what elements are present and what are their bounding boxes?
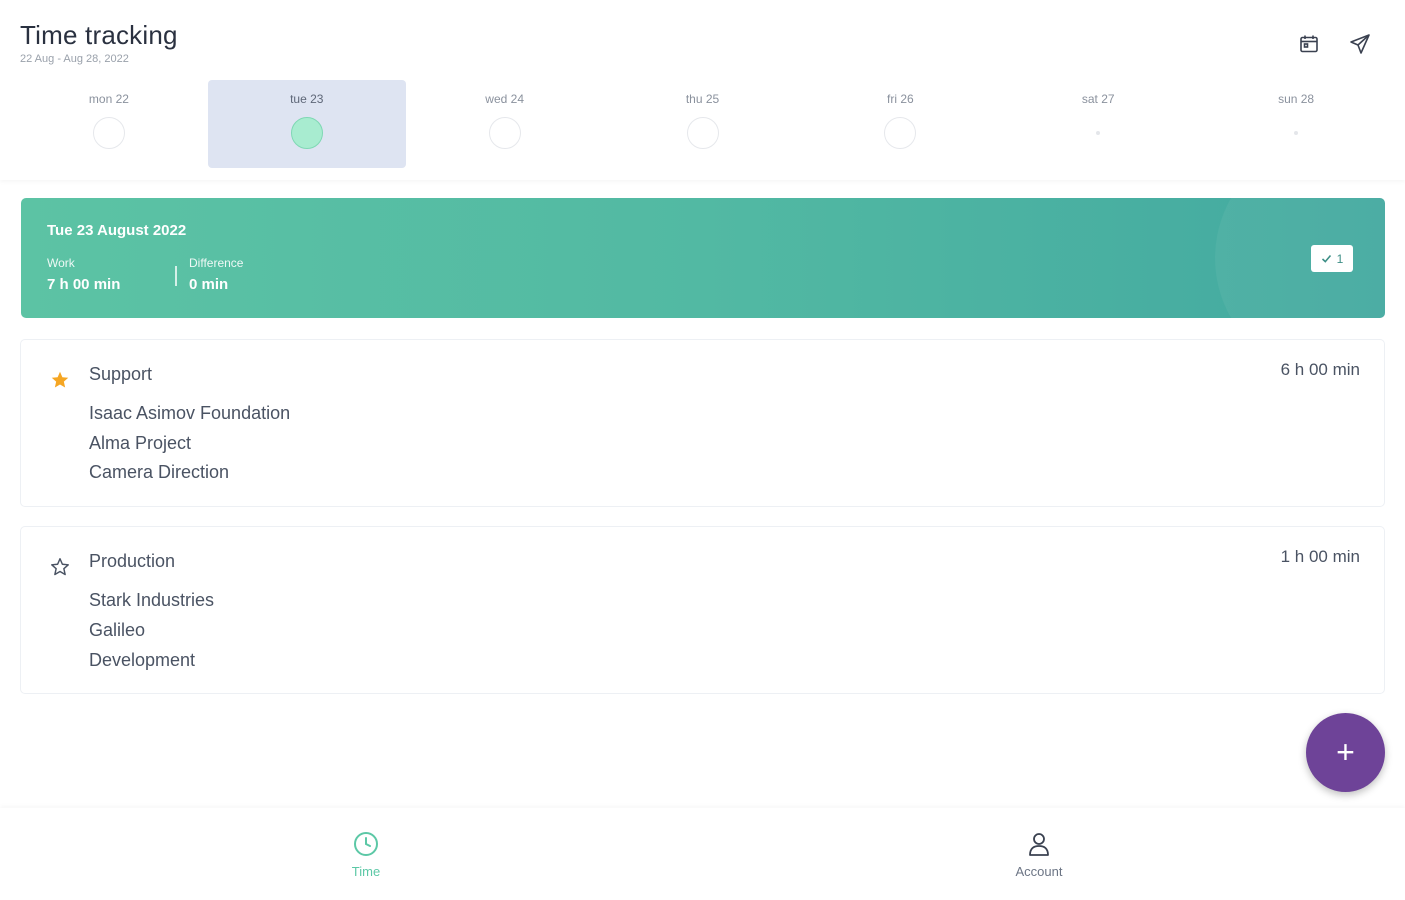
entry-task: Development xyxy=(89,650,196,670)
add-entry-button[interactable]: + xyxy=(1306,713,1385,792)
entry-category: Support xyxy=(89,364,153,384)
day-label: wed 24 xyxy=(485,92,524,106)
app-header: Time tracking 22 Aug - Aug 28, 2022 mon … xyxy=(0,0,1405,180)
week-day-selector: mon 22 tue 23 wed 24 thu 25 fri 26 sat 2… xyxy=(10,80,1395,168)
badge-count: 1 xyxy=(1336,251,1344,266)
entry-duration: 6 h 00 min xyxy=(1280,360,1360,379)
day-label: tue 23 xyxy=(290,92,324,106)
day-wed[interactable]: wed 24 xyxy=(406,80,604,168)
day-thu[interactable]: thu 25 xyxy=(604,80,802,168)
time-entry-card[interactable]: Production 1 h 00 min Stark Industries G… xyxy=(20,526,1385,694)
nav-label-time: Time xyxy=(351,864,381,879)
difference-value: 0 min xyxy=(189,276,229,293)
send-icon[interactable] xyxy=(1346,30,1374,58)
star-filled-icon[interactable] xyxy=(49,369,71,391)
work-label: Work xyxy=(47,256,75,270)
time-entry-card[interactable]: Support 6 h 00 min Isaac Asimov Foundati… xyxy=(20,339,1385,507)
weekend-dot xyxy=(1294,131,1299,135)
page-title: Time tracking xyxy=(20,20,178,50)
day-label: fri 26 xyxy=(887,92,914,106)
day-label: sat 27 xyxy=(1081,92,1115,106)
entry-duration: 1 h 00 min xyxy=(1280,547,1360,566)
nav-item-time[interactable]: Time xyxy=(306,830,426,886)
day-status-circle xyxy=(290,117,323,149)
day-fri[interactable]: fri 26 xyxy=(801,80,999,168)
banner-decoration xyxy=(1215,198,1385,318)
day-status-circle xyxy=(884,117,917,149)
user-icon xyxy=(1029,833,1049,856)
entries-count-badge[interactable]: 1 xyxy=(1311,245,1353,272)
day-summary-banner: Tue 23 August 2022 Work 7 h 00 min Diffe… xyxy=(21,198,1385,318)
work-value: 7 h 00 min xyxy=(47,276,121,293)
entry-task: Camera Direction xyxy=(89,462,230,482)
entry-customer: Isaac Asimov Foundation xyxy=(89,403,291,423)
summary-divider xyxy=(175,266,177,286)
date-range: 22 Aug - Aug 28, 2022 xyxy=(20,53,129,65)
day-mon[interactable]: mon 22 xyxy=(10,80,208,168)
day-label: thu 25 xyxy=(685,92,720,106)
day-status-circle xyxy=(488,117,521,149)
day-status-circle xyxy=(686,117,719,149)
summary-date: Tue 23 August 2022 xyxy=(47,222,187,239)
day-status-circle xyxy=(93,117,125,149)
nav-item-account[interactable]: Account xyxy=(979,830,1099,886)
day-tue[interactable]: tue 23 xyxy=(207,80,406,168)
star-outline-icon[interactable] xyxy=(49,556,71,578)
entry-project: Alma Project xyxy=(89,433,192,453)
day-label: mon 22 xyxy=(88,92,129,106)
check-icon xyxy=(1321,254,1331,263)
bottom-navigation: Time Account xyxy=(0,808,1405,900)
entry-category: Production xyxy=(89,551,176,571)
entry-project: Galileo xyxy=(89,620,146,640)
calendar-icon[interactable] xyxy=(1295,30,1323,58)
day-sat[interactable]: sat 27 xyxy=(999,80,1197,168)
entry-customer: Stark Industries xyxy=(89,590,215,610)
difference-label: Difference xyxy=(189,256,244,270)
day-sun[interactable]: sun 28 xyxy=(1197,80,1395,168)
plus-icon: + xyxy=(1336,733,1355,770)
day-label: sun 28 xyxy=(1278,92,1315,106)
clock-icon xyxy=(354,832,378,856)
weekend-dot xyxy=(1096,131,1101,135)
nav-label-account: Account xyxy=(1015,864,1063,879)
